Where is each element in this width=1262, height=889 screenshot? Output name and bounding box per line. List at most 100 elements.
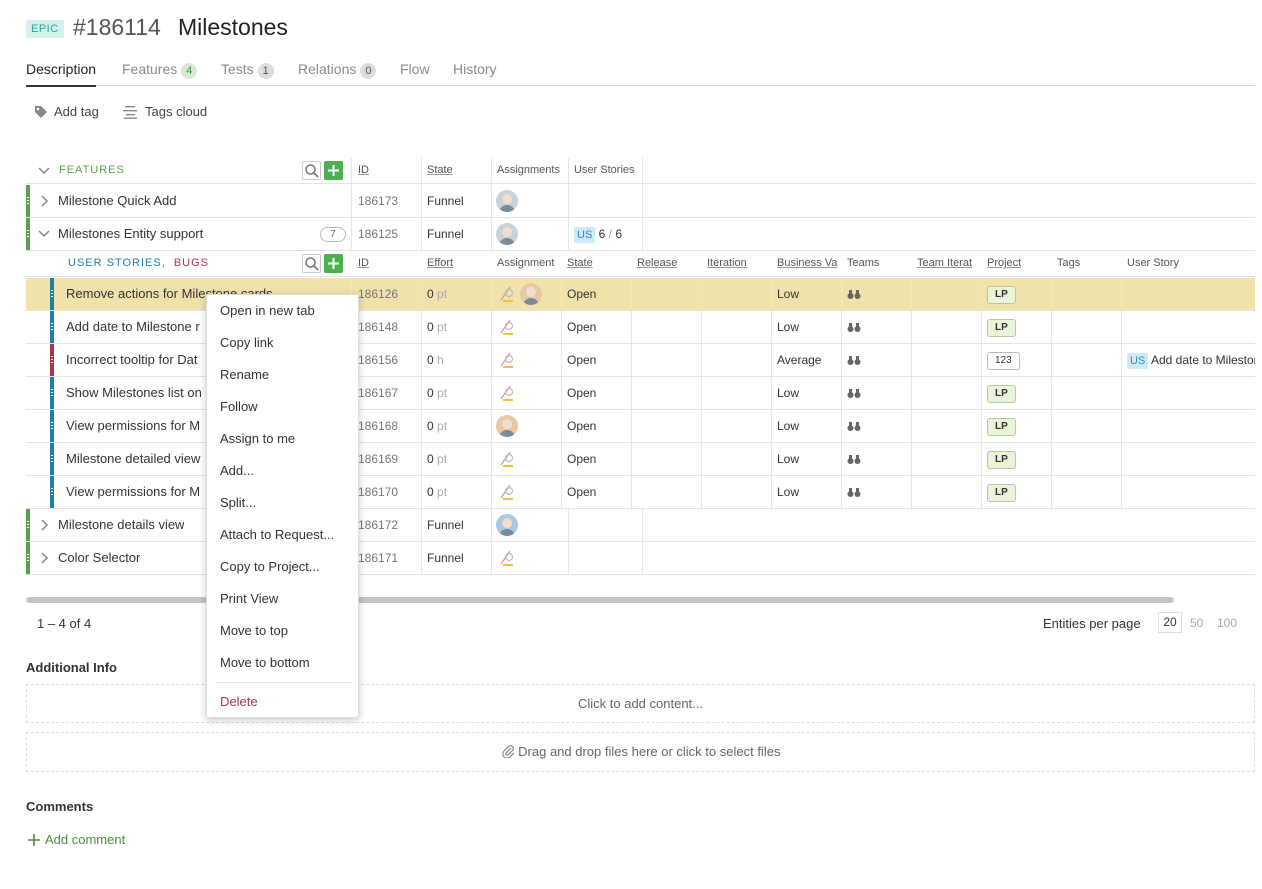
story-effort[interactable]: 0 pt <box>427 377 447 409</box>
chevron-right-icon[interactable] <box>37 551 51 565</box>
col-id[interactable]: ID <box>358 257 369 269</box>
features-search-button[interactable] <box>302 161 321 180</box>
col-business-value[interactable]: Business Va <box>777 257 837 269</box>
feature-state[interactable]: Funnel <box>427 509 464 541</box>
project-badge[interactable]: LP <box>987 451 1016 469</box>
story-effort[interactable]: 0 pt <box>427 278 447 310</box>
per-page-option[interactable]: 100 <box>1217 616 1237 630</box>
col-release[interactable]: Release <box>637 257 677 269</box>
binoculars-icon[interactable] <box>847 322 861 333</box>
chevron-right-icon[interactable] <box>37 194 51 208</box>
stories-section-label[interactable]: USER STORIES, BUGS <box>68 257 209 269</box>
unassigned-icon[interactable] <box>498 384 516 402</box>
col-id[interactable]: ID <box>358 164 369 176</box>
story-business-value[interactable]: Low <box>777 377 799 409</box>
story-drag-handle[interactable] <box>50 410 54 442</box>
unassigned-icon[interactable] <box>498 285 516 303</box>
menu-item-follow[interactable]: Follow <box>220 399 258 414</box>
unassigned-icon[interactable] <box>498 318 516 336</box>
add-comment-button[interactable]: Add comment <box>28 832 125 847</box>
per-page-option-selected[interactable]: 20 <box>1158 612 1182 633</box>
project-badge[interactable]: LP <box>987 319 1016 337</box>
horizontal-scrollbar[interactable] <box>26 597 1174 603</box>
features-add-button[interactable] <box>324 161 343 180</box>
story-state[interactable]: Open <box>567 476 596 508</box>
story-effort[interactable]: 0 pt <box>427 443 447 475</box>
col-effort[interactable]: Effort <box>427 257 453 269</box>
project-badge[interactable]: LP <box>987 418 1016 436</box>
col-tags[interactable]: Tags <box>1057 257 1080 269</box>
stories-search-button[interactable] <box>302 254 321 273</box>
stories-add-button[interactable] <box>324 254 343 273</box>
col-teams[interactable]: Teams <box>847 257 879 269</box>
binoculars-icon[interactable] <box>847 454 861 465</box>
menu-item-copy-link[interactable]: Copy link <box>220 335 273 350</box>
col-iteration[interactable]: Iteration <box>707 257 747 269</box>
menu-item-delete[interactable]: Delete <box>220 694 258 709</box>
col-user-stories[interactable]: User Stories <box>574 164 635 176</box>
story-state[interactable]: Open <box>567 410 596 442</box>
story-business-value[interactable]: Low <box>777 311 799 343</box>
chevron-down-icon[interactable] <box>37 164 51 178</box>
story-state[interactable]: Open <box>567 443 596 475</box>
parent-user-story[interactable]: US Add date to Mileston <box>1127 344 1255 376</box>
user-stories-progress[interactable]: US 6 / 6 <box>574 218 622 250</box>
menu-item-add[interactable]: Add... <box>220 463 254 478</box>
feature-drag-handle[interactable] <box>26 185 30 217</box>
features-section-label[interactable]: FEATURES <box>59 164 125 176</box>
feature-drag-handle[interactable] <box>26 218 30 250</box>
story-drag-handle[interactable] <box>50 311 54 343</box>
story-business-value[interactable]: Low <box>777 410 799 442</box>
feature-title[interactable]: Milestones Entity support <box>58 218 203 250</box>
tab-history[interactable]: History <box>453 60 497 86</box>
col-assignment[interactable]: Assignment <box>497 257 554 269</box>
chevron-right-icon[interactable] <box>37 518 51 532</box>
menu-item-split[interactable]: Split... <box>220 495 256 510</box>
project-badge[interactable]: LP <box>987 286 1016 304</box>
story-drag-handle[interactable] <box>50 377 54 409</box>
story-effort[interactable]: 0 h <box>427 344 444 376</box>
story-effort[interactable]: 0 pt <box>427 311 447 343</box>
avatar[interactable] <box>496 223 518 245</box>
story-state[interactable]: Open <box>567 278 596 310</box>
binoculars-icon[interactable] <box>847 388 861 399</box>
story-effort[interactable]: 0 pt <box>427 476 447 508</box>
project-badge[interactable]: 123 <box>987 352 1020 370</box>
avatar[interactable] <box>520 283 542 305</box>
story-business-value[interactable]: Low <box>777 278 799 310</box>
unassigned-icon[interactable] <box>498 549 516 567</box>
unassigned-icon[interactable] <box>498 351 516 369</box>
tab-tests[interactable]: Tests 1 <box>221 60 274 86</box>
binoculars-icon[interactable] <box>847 421 861 432</box>
feature-state[interactable]: Funnel <box>427 218 464 250</box>
col-state[interactable]: State <box>567 257 593 269</box>
story-drag-handle[interactable] <box>50 344 54 376</box>
story-state[interactable]: Open <box>567 311 596 343</box>
col-assignments[interactable]: Assignments <box>497 164 560 176</box>
story-business-value[interactable]: Low <box>777 443 799 475</box>
project-badge[interactable]: LP <box>987 484 1016 502</box>
feature-state[interactable]: Funnel <box>427 185 464 217</box>
tab-description[interactable]: Description <box>26 60 97 87</box>
binoculars-icon[interactable] <box>847 487 861 498</box>
story-drag-handle[interactable] <box>50 443 54 475</box>
feature-title[interactable]: Milestone details view <box>58 509 184 541</box>
menu-item-assign-to-me[interactable]: Assign to me <box>220 431 295 446</box>
col-user-story[interactable]: User Story <box>1127 257 1179 269</box>
col-team-iteration[interactable]: Team Iterat <box>917 257 972 269</box>
menu-item-move-to-bottom[interactable]: Move to bottom <box>220 655 310 670</box>
story-drag-handle[interactable] <box>50 278 54 310</box>
feature-title[interactable]: Milestone Quick Add <box>58 185 177 217</box>
chevron-down-icon[interactable] <box>37 227 51 241</box>
story-effort[interactable]: 0 pt <box>427 410 447 442</box>
feature-drag-handle[interactable] <box>26 509 30 541</box>
tab-flow[interactable]: Flow <box>400 60 430 86</box>
story-drag-handle[interactable] <box>50 476 54 508</box>
feature-title[interactable]: Color Selector <box>58 542 140 574</box>
story-state[interactable]: Open <box>567 344 596 376</box>
menu-item-attach-to-request[interactable]: Attach to Request... <box>220 527 334 542</box>
menu-item-open-in-new-tab[interactable]: Open in new tab <box>220 303 315 318</box>
menu-item-print-view[interactable]: Print View <box>220 591 278 606</box>
story-business-value[interactable]: Average <box>777 344 821 376</box>
avatar[interactable] <box>496 415 518 437</box>
